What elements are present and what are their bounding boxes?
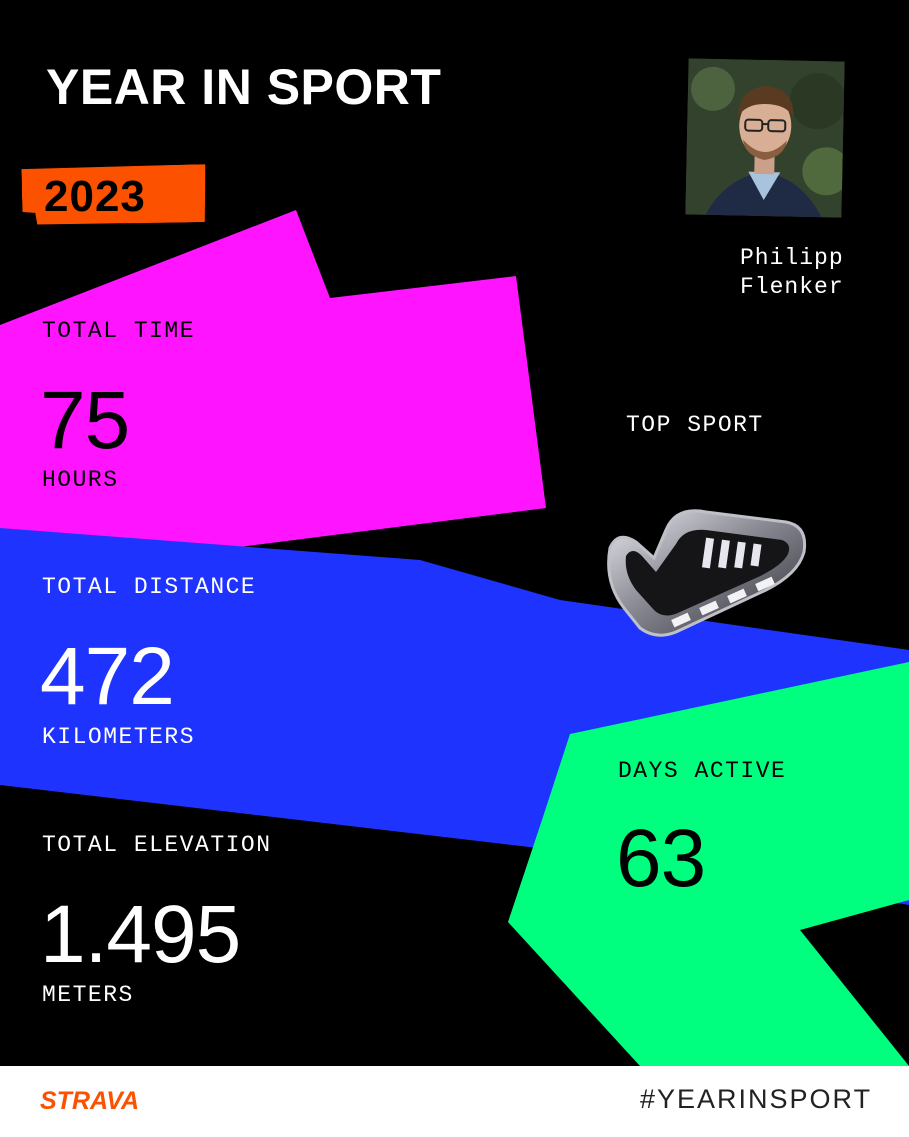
days-active-value: 63 (616, 813, 706, 904)
year-label: 2023 (44, 172, 146, 221)
avatar (685, 58, 845, 218)
athlete-first-name: Philipp (740, 245, 844, 271)
days-active-label: DAYS ACTIVE (618, 758, 787, 784)
hashtag-label: #YEARINSPORT (640, 1084, 873, 1114)
page-title: YEAR IN SPORT (46, 59, 442, 115)
total-time-unit: HOURS (42, 467, 119, 493)
top-sport-label: TOP SPORT (626, 412, 764, 438)
running-shoe-icon (607, 509, 807, 637)
total-time-value: 75 (40, 375, 130, 466)
total-distance-unit: KILOMETERS (42, 724, 196, 750)
total-elevation-value: 1.495 (40, 889, 241, 980)
total-elevation-unit: METERS (42, 982, 134, 1008)
total-distance-value: 472 (40, 631, 175, 722)
athlete-last-name: Flenker (740, 274, 844, 300)
year-in-sport-card: YEAR IN SPORT 2023 Philipp Flenker TOTAL… (0, 0, 909, 1137)
strava-logo: STRAVA (40, 1087, 140, 1115)
athlete-name: Philipp Flenker (740, 244, 844, 302)
total-elevation-label: TOTAL ELEVATION (42, 832, 272, 858)
total-distance-label: TOTAL DISTANCE (42, 574, 257, 600)
avatar-icon (685, 58, 845, 218)
total-time-label: TOTAL TIME (42, 318, 196, 344)
